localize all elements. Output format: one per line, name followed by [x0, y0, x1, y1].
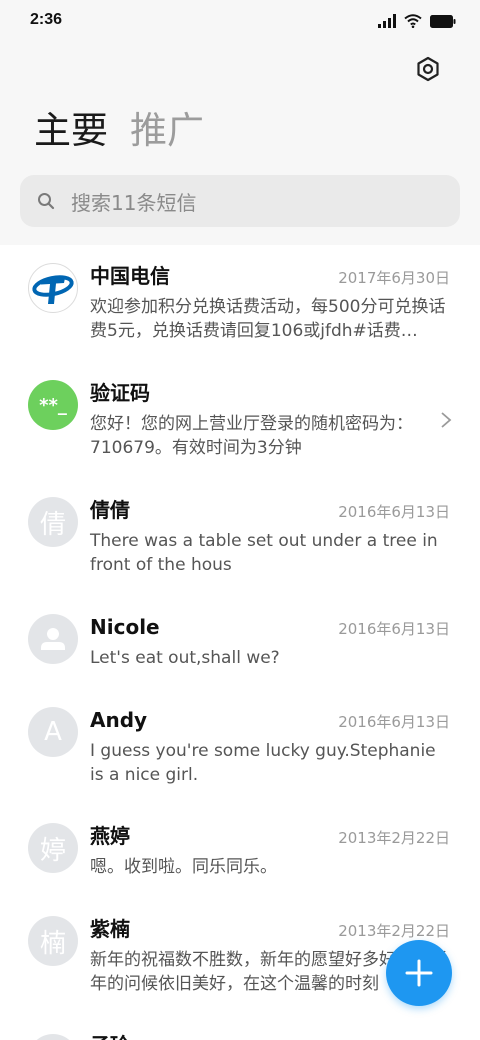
avatar: [28, 614, 78, 664]
person-icon: [41, 628, 65, 650]
avatar: 倩: [28, 497, 78, 547]
avatar: **_: [28, 380, 78, 430]
battery-icon: [430, 14, 456, 28]
contact-name: 验证码: [90, 381, 150, 405]
avatar: A: [28, 707, 78, 757]
contact-name: 紫楠: [90, 917, 130, 941]
avatar: [28, 1034, 78, 1040]
list-item[interactable]: 婷 燕婷 2013年2月22日 嗯。收到啦。同乐同乐。: [0, 805, 480, 898]
contact-name: 子玲: [90, 1032, 130, 1040]
signal-icon: [378, 14, 396, 28]
status-icons: [378, 12, 456, 30]
avatar-text: **_: [39, 394, 67, 416]
status-time: 2:36: [30, 11, 63, 28]
new-message-button[interactable]: [386, 940, 452, 1006]
list-item[interactable]: 倩 倩倩 2016年6月13日 There was a table set ou…: [0, 479, 480, 596]
avatar-text: A: [44, 717, 62, 747]
contact-name: Andy: [90, 708, 148, 732]
search-icon: [37, 192, 55, 210]
china-telecom-logo: [28, 263, 78, 313]
tab-bar: 主要 推广: [34, 108, 204, 154]
wifi-icon: [404, 14, 422, 28]
message-preview: I guess you're some lucky guy.Stephanie …: [90, 741, 436, 785]
avatar: 婷: [28, 823, 78, 873]
avatar: 楠: [28, 916, 78, 966]
contact-name: Nicole: [90, 615, 160, 639]
list-item[interactable]: 中国电信 2017年6月30日 欢迎参加积分兑换话费活动，每500分可兑换话费5…: [0, 245, 480, 362]
status-bar: 2:36: [0, 0, 480, 40]
tab-promotions[interactable]: 推广: [130, 108, 204, 154]
message-date: 2013年2月22日: [338, 829, 450, 847]
message-date: 2013年2月22日: [338, 922, 450, 940]
contact-name: 中国电信: [90, 264, 170, 288]
message-date: 2016年6月13日: [338, 620, 450, 638]
list-item[interactable]: Nicole 2016年6月13日 Let's eat out,shall we…: [0, 596, 480, 689]
avatar-text: 楠: [39, 928, 66, 959]
message-preview: 嗯。收到啦。同乐同乐。: [90, 857, 277, 877]
avatar-text: 倩: [39, 509, 66, 540]
search-input[interactable]: 搜索11条短信: [20, 175, 460, 227]
plus-icon: [405, 959, 433, 987]
message-preview: There was a table set out under a tree i…: [90, 531, 438, 575]
settings-hexagon-icon: [417, 56, 439, 82]
message-date: 2016年6月13日: [338, 503, 450, 521]
message-date: 2017年6月30日: [338, 269, 450, 287]
message-preview: 您好！您的网上营业厅登录的随机密码为：710679。有效时间为3分钟: [90, 414, 413, 458]
list-item[interactable]: A Andy 2016年6月13日 I guess you're some lu…: [0, 689, 480, 805]
list-item[interactable]: **_ 验证码 您好！您的网上营业厅登录的随机密码为：710679。有效时间为3…: [0, 362, 480, 479]
contact-name: 燕婷: [90, 824, 130, 848]
avatar-text: 婷: [39, 835, 66, 866]
search-placeholder: 搜索11条短信: [71, 190, 197, 215]
message-date: 2016年6月13日: [338, 713, 450, 731]
contact-name: 倩倩: [90, 498, 130, 522]
message-preview: Let's eat out,shall we?: [90, 648, 280, 668]
message-list: 中国电信 2017年6月30日 欢迎参加积分兑换话费活动，每500分可兑换话费5…: [0, 245, 480, 1040]
tab-primary[interactable]: 主要: [34, 108, 108, 154]
settings-button[interactable]: [412, 53, 444, 85]
list-item[interactable]: 子玲: [0, 1014, 480, 1040]
chevron-right-icon: [441, 412, 452, 428]
message-preview: 欢迎参加积分兑换话费活动，每500分可兑换话费5元，兑换话费请回复106或jfd…: [90, 297, 446, 341]
